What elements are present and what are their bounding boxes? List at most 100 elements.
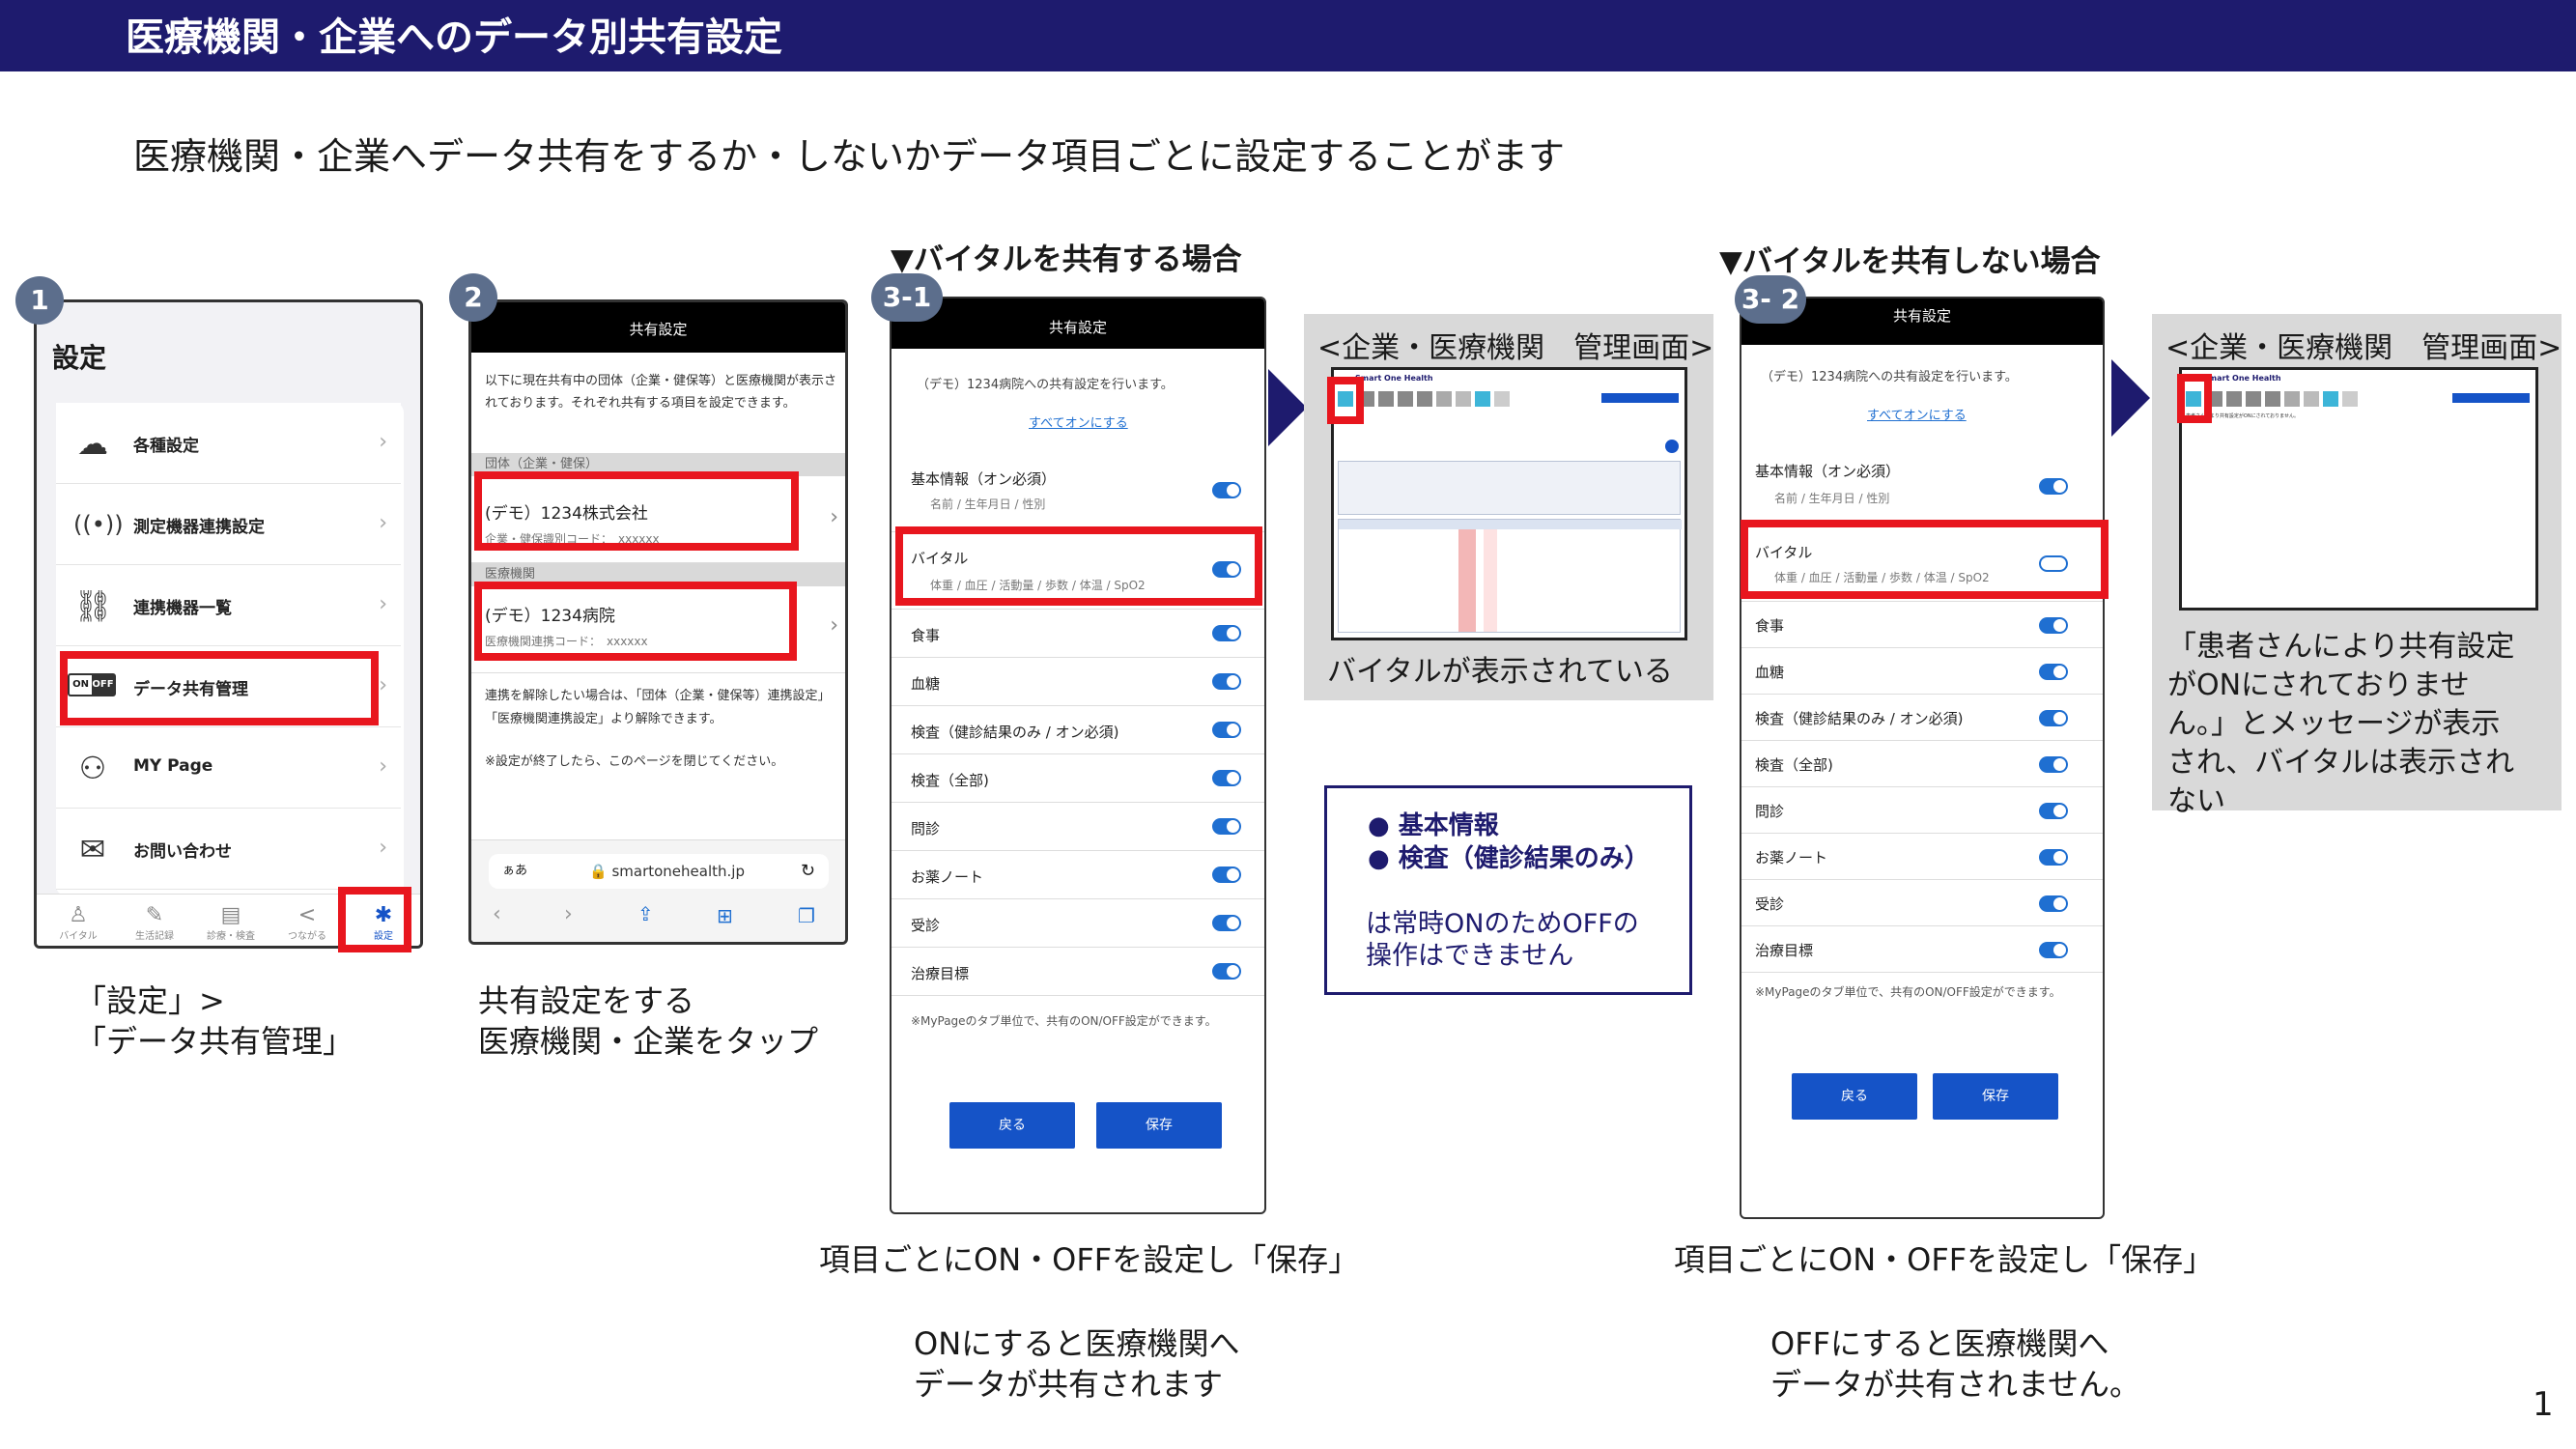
phone2-unlink-note: 連携を解除したい場合は、「団体（企業・健保等）連携設定」「医療機関連携設定」より… [485,689,831,726]
table-header-band [1339,520,1682,529]
pencil-icon: ✎ [145,903,164,927]
phone-settings: 設定 ☁ 各種設定 › ((•)) 測定機器連携設定 › ⛓ 連携機器一覧 › ON OFF… [34,299,423,949]
caption-line: 「データ共有管理」 [75,1023,354,1060]
tab-medical[interactable]: ▤ 診療・検査 [197,904,265,943]
all-on-link[interactable]: すべてオンにする [1029,412,1128,431]
toggle-meal[interactable] [2039,617,2068,634]
tabs-icon[interactable]: ❐ [798,904,815,927]
step-badge-3-1: 3-1 [871,273,943,322]
step-badge-2: 2 [449,273,497,322]
toggle-meal[interactable] [1212,625,1241,641]
admin-screen-no-vital: Smart One Health 患者さんにより共有設定がONにされておりません… [2179,367,2538,611]
toggle-checkup[interactable] [2039,710,2068,726]
settings-item-mypage[interactable]: ⚇ MY Page › [56,727,401,809]
admin-button[interactable] [2452,393,2530,403]
toggle-goal[interactable] [2039,942,2068,958]
settings-item-label: 連携機器一覧 [133,599,232,618]
toggle-glucose[interactable] [1212,673,1241,690]
always-on-item: ● 検査（健診結果のみ） [1368,844,1650,873]
share-row-item: 受診 [1741,880,2103,926]
toggle-goal[interactable] [1212,963,1241,980]
share-row-item: 血糖 [1741,648,2103,695]
settings-item-contact[interactable]: ✉ お問い合わせ › [56,809,401,890]
toggle-checkup[interactable] [1212,722,1241,738]
chevron-right-icon: › [379,673,387,697]
save-button[interactable]: 保存 [1933,1073,2058,1120]
phone-share-on: 共有設定 （デモ）1234病院への共有設定を行います。 すべてオンにする 基本情… [890,297,1266,1214]
back-icon[interactable]: ‹ [493,902,501,926]
text-size-button[interactable]: ぁあ [502,854,527,889]
toggle-test-all[interactable] [1212,770,1241,786]
highlight-vital-tab [2177,374,2212,423]
person-icon: ⚇ [78,750,107,786]
admin-vital-table [1338,519,1682,633]
browser-bar: ぁあ 🔒 smartonehealth.jp ↻ ‹ › ⇪ ⊞ ❐ [471,839,845,942]
phone2-title: 共有設定 [471,302,845,353]
admin-tab-icon [2265,391,2280,407]
admin-button[interactable] [1601,393,1679,403]
share-row-item: 治療目標 [892,948,1264,996]
save-button[interactable]: 保存 [1096,1102,1222,1149]
always-on-note: ● 基本情報 ● 検査（健診結果のみ） は常時ONのためOFFの 操作はできませ… [1324,785,1692,995]
toggle-glucose[interactable] [2039,664,2068,680]
page-subtitle: 医療機関・企業へデータ共有をするか・しないかデータ項目ごとに設定することがます [133,135,1566,178]
settings-item-general[interactable]: ☁ 各種設定 › [56,403,401,484]
tab-life-record[interactable]: ✎ 生活記録 [121,903,188,943]
vital-icon: ♙ [69,903,88,927]
toggle-medicine[interactable] [2039,849,2068,866]
forward-icon[interactable]: › [564,902,573,926]
row-label: 血糖 [1755,664,1785,681]
bookmarks-icon[interactable]: ⊞ [717,904,733,927]
settings-item-device-link[interactable]: ((•)) 測定機器連携設定 › [56,484,401,565]
toggle-interview[interactable] [1212,818,1241,835]
toggle-visit[interactable] [1212,915,1241,931]
admin-brand: Smart One Health [1355,374,1433,383]
title-bar: 医療機関・企業へのデータ別共有設定 [0,0,2576,71]
admin-tab-icon [1494,391,1510,407]
admin-tab-icon [2284,391,2300,407]
back-button[interactable]: 戻る [949,1102,1075,1149]
section-share-heading: ▼バイタルを共有する場合 [891,242,1242,277]
settings-item-device-list[interactable]: ⛓ 連携機器一覧 › [56,565,401,646]
toggle-test-all[interactable] [2039,756,2068,773]
toggle-interview[interactable] [2039,803,2068,819]
reload-icon[interactable]: ↻ [801,854,815,889]
toggle-visit[interactable] [2039,895,2068,912]
share-row-item: お薬ノート [1741,834,2103,880]
tab-connect[interactable]: < つながる [273,903,341,943]
admin-add-icon[interactable] [1665,440,1679,453]
caption-step3-2-detail: OFFにすると医療機関へ データが共有されません。 [1770,1323,2140,1405]
admin-tab-icon [2226,391,2242,407]
signal-icon: ((•)) [73,511,124,538]
toggle-medicine[interactable] [1212,867,1241,883]
row-label: 検査（全部) [911,772,989,789]
step-badge-1: 1 [15,276,64,325]
note-line: ん。」とメッセージが表示 [2167,707,2501,741]
table-highlight-col [1458,529,1476,632]
row-label: 検査（健診結果のみ / オン必須) [911,724,1119,741]
chevron-right-icon: › [379,836,387,860]
caption-step1: 「設定」> 「データ共有管理」 [75,980,354,1062]
address-bar[interactable]: ぁあ 🔒 smartonehealth.jp ↻ [489,854,829,889]
always-on-item: ● 基本情報 [1368,811,1499,840]
settings-item-label: お問い合わせ [133,842,232,862]
settings-item-label: MY Page [133,756,213,776]
share-row-item: 問診 [892,803,1264,851]
back-button[interactable]: 戻る [1792,1073,1917,1120]
row-label: 検査（健診結果のみ / オン必須) [1755,710,1964,727]
toggle-basic[interactable] [1212,482,1241,498]
url-text: smartonehealth.jp [611,863,745,880]
row-sublabel: 名前 / 生年月日 / 性別 [1774,492,1890,505]
all-on-link[interactable]: すべてオンにする [1867,405,1967,423]
chevron-right-icon: › [379,754,387,779]
note-line: がONにされておりませ [2167,668,2470,702]
highlight-org-corporate [474,471,799,551]
tab-vital[interactable]: ♙ バイタル [44,903,112,943]
highlight-vital-tab [1327,377,1364,424]
toggle-basic[interactable] [2039,478,2068,495]
caption-line: OFFにすると医療機関へ [1770,1325,2109,1362]
share-icon[interactable]: ⇪ [637,902,654,925]
highlight-org-medical [474,582,797,661]
share-icon: < [297,903,317,927]
admin-panel-with-vital: <企業・医療機関 管理画面> Smart One Health バイタルが表示さ… [1304,314,1713,700]
